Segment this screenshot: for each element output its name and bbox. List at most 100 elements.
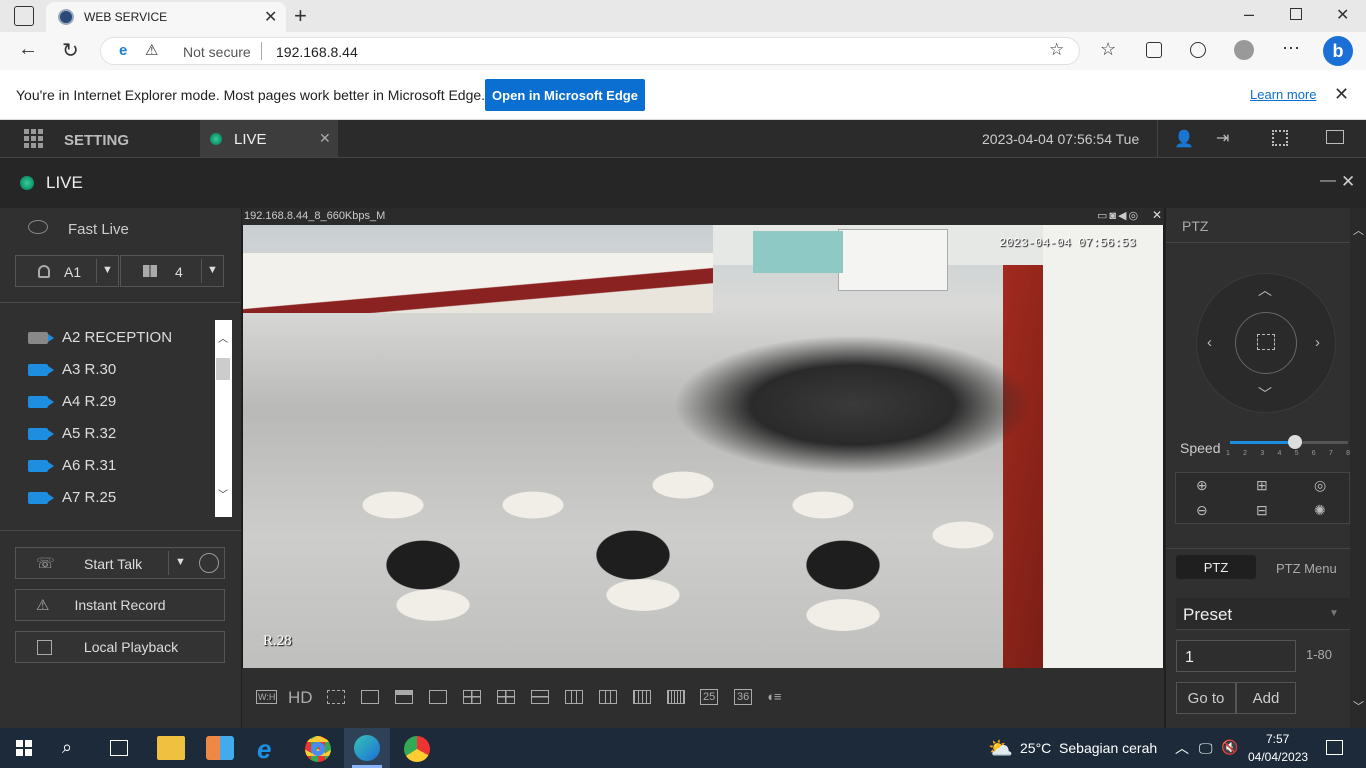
goto-preset-button[interactable]: Go to: [1176, 682, 1236, 714]
browser-tab[interactable]: WEB SERVICE ✕: [46, 2, 286, 32]
chevron-down-icon[interactable]: ▼: [1329, 608, 1339, 619]
fit-window-icon[interactable]: [361, 690, 379, 704]
layout-select[interactable]: 4 ▼: [120, 255, 224, 287]
network-icon[interactable]: 🖵: [1199, 740, 1213, 757]
add-favorite-icon[interactable]: ☆: [1049, 40, 1064, 60]
learn-more-link[interactable]: Learn more: [1250, 87, 1316, 102]
close-panel-icon[interactable]: ✕: [1341, 172, 1355, 192]
scroll-down-icon[interactable]: ﹀: [218, 486, 228, 501]
user-icon[interactable]: 👤: [1174, 129, 1194, 149]
camera-item[interactable]: A2 RECEPTION: [28, 329, 172, 346]
open-edge-button[interactable]: Open in Microsoft Edge: [485, 79, 645, 111]
add-preset-button[interactable]: Add: [1236, 682, 1296, 714]
tab-ptz-menu[interactable]: PTZ Menu: [1276, 561, 1337, 576]
bing-icon[interactable]: b: [1323, 36, 1353, 66]
clock-date[interactable]: 04/04/2023: [1248, 750, 1308, 764]
instant-record-button[interactable]: ⚠ Instant Record: [15, 589, 225, 621]
ptz-up-icon[interactable]: ︿: [1258, 280, 1272, 300]
chrome-profile-icon[interactable]: [404, 736, 430, 762]
ptz-scrollbar[interactable]: ︿ ﹀: [1350, 208, 1366, 728]
internet-explorer-icon[interactable]: e: [257, 734, 271, 765]
talk-status-icon[interactable]: [199, 553, 219, 573]
notifications-icon[interactable]: [1326, 740, 1343, 755]
clock-time[interactable]: 7:57: [1266, 732, 1289, 746]
layout-20-icon[interactable]: [667, 690, 685, 704]
layout-25-button[interactable]: 25: [700, 689, 719, 705]
focus-far-icon[interactable]: ⊟: [1256, 502, 1268, 519]
edge-taskbar-active[interactable]: [344, 728, 390, 768]
area-select[interactable]: A1 ▼: [15, 255, 119, 287]
url-text[interactable]: 192.168.8.44: [276, 44, 358, 60]
collections-icon[interactable]: [1146, 42, 1162, 58]
scroll-down-icon[interactable]: ﹀: [1353, 698, 1364, 714]
ie-mode-icon[interactable]: e: [119, 42, 127, 59]
layout-36-button[interactable]: 36: [734, 689, 753, 705]
camera-list-scrollbar[interactable]: ︿ ﹀: [215, 320, 232, 517]
speed-thumb[interactable]: [1288, 435, 1302, 449]
windows-start-icon[interactable]: [16, 740, 32, 756]
store-icon[interactable]: [206, 736, 234, 760]
layout-1-icon[interactable]: [429, 690, 447, 704]
search-icon[interactable]: ⌕: [62, 737, 72, 758]
full-window-icon[interactable]: [395, 690, 413, 704]
more-options-icon[interactable]: ⋯: [1282, 38, 1300, 59]
menu-grid-icon[interactable]: [24, 129, 43, 148]
zoom-out-icon[interactable]: ⊖: [1196, 502, 1208, 519]
favorites-icon[interactable]: ☆: [1100, 39, 1116, 60]
weather-text[interactable]: 25°C Sebagian cerah: [1020, 740, 1157, 756]
tab-actions-icon[interactable]: [14, 6, 34, 26]
qr-code-icon[interactable]: [1272, 130, 1288, 146]
aspect-ratio-button[interactable]: W:H: [256, 690, 278, 704]
security-label[interactable]: Not secure: [183, 44, 251, 60]
browser-essentials-icon[interactable]: [1190, 42, 1206, 58]
refresh-icon[interactable]: ↻: [62, 38, 79, 63]
local-playback-button[interactable]: Local Playback: [15, 631, 225, 663]
profile-avatar[interactable]: [1234, 40, 1254, 60]
logout-icon[interactable]: ⇥: [1216, 128, 1229, 148]
chevron-down-icon[interactable]: ▼: [207, 264, 218, 276]
ptz-down-icon[interactable]: ﹀: [1258, 384, 1272, 404]
live-tab[interactable]: LIVE ✕: [200, 120, 338, 157]
new-tab-icon[interactable]: +: [294, 3, 307, 29]
restore-window-icon[interactable]: [1290, 8, 1302, 20]
close-infobar-icon[interactable]: ✕: [1334, 84, 1349, 105]
close-live-tab-icon[interactable]: ✕: [319, 130, 331, 147]
show-hidden-icons[interactable]: ︿: [1175, 738, 1189, 758]
video-controls-icon[interactable]: ▭◙◀◎: [1097, 209, 1140, 222]
chevron-down-icon[interactable]: ▼: [175, 556, 186, 568]
preset-number-input[interactable]: 1: [1176, 640, 1296, 672]
start-talk-button[interactable]: ☏ Start Talk ▼: [15, 547, 225, 579]
task-view-icon[interactable]: [110, 740, 128, 756]
close-video-icon[interactable]: ✕: [1152, 208, 1162, 222]
camera-item[interactable]: A5 R.32: [28, 425, 116, 442]
fullscreen-icon[interactable]: [1326, 130, 1344, 144]
video-window[interactable]: 192.168.8.44_8_660Kbps_M ▭◙◀◎ ✕ 2023-04-…: [242, 208, 1164, 668]
setting-menu[interactable]: SETTING: [64, 132, 129, 149]
stream-icon[interactable]: [327, 690, 345, 704]
scroll-up-icon[interactable]: ︿: [218, 330, 228, 345]
volume-muted-icon[interactable]: 🔇: [1221, 739, 1238, 756]
iris-close-icon[interactable]: ✺: [1314, 502, 1326, 519]
layout-4-icon[interactable]: [463, 690, 481, 704]
ptz-right-icon[interactable]: ›: [1315, 334, 1320, 351]
camera-item[interactable]: A4 R.29: [28, 393, 116, 410]
back-icon[interactable]: ←: [18, 38, 38, 61]
camera-item[interactable]: A3 R.30: [28, 361, 116, 378]
layout-9-icon[interactable]: [565, 690, 583, 704]
close-window-icon[interactable]: ✕: [1336, 5, 1349, 25]
focus-near-icon[interactable]: ⊞: [1256, 477, 1268, 494]
scroll-thumb[interactable]: [216, 358, 230, 380]
layout-6-icon[interactable]: [497, 690, 515, 704]
minimize-window-icon[interactable]: –: [1244, 4, 1254, 25]
minimize-panel-icon[interactable]: —: [1320, 172, 1336, 190]
scroll-up-icon[interactable]: ︿: [1353, 222, 1364, 238]
layout-16-icon[interactable]: [633, 690, 651, 704]
preset-select[interactable]: Preset ▼: [1176, 598, 1350, 630]
hd-button[interactable]: HD: [288, 688, 313, 708]
iris-open-icon[interactable]: ◎: [1314, 477, 1326, 494]
speed-slider[interactable]: [1230, 435, 1348, 449]
close-tab-icon[interactable]: ✕: [264, 7, 277, 27]
camera-item[interactable]: A6 R.31: [28, 457, 116, 474]
custom-layout-icon[interactable]: ◖≡: [766, 689, 781, 704]
camera-item[interactable]: A7 R.25: [28, 489, 116, 506]
